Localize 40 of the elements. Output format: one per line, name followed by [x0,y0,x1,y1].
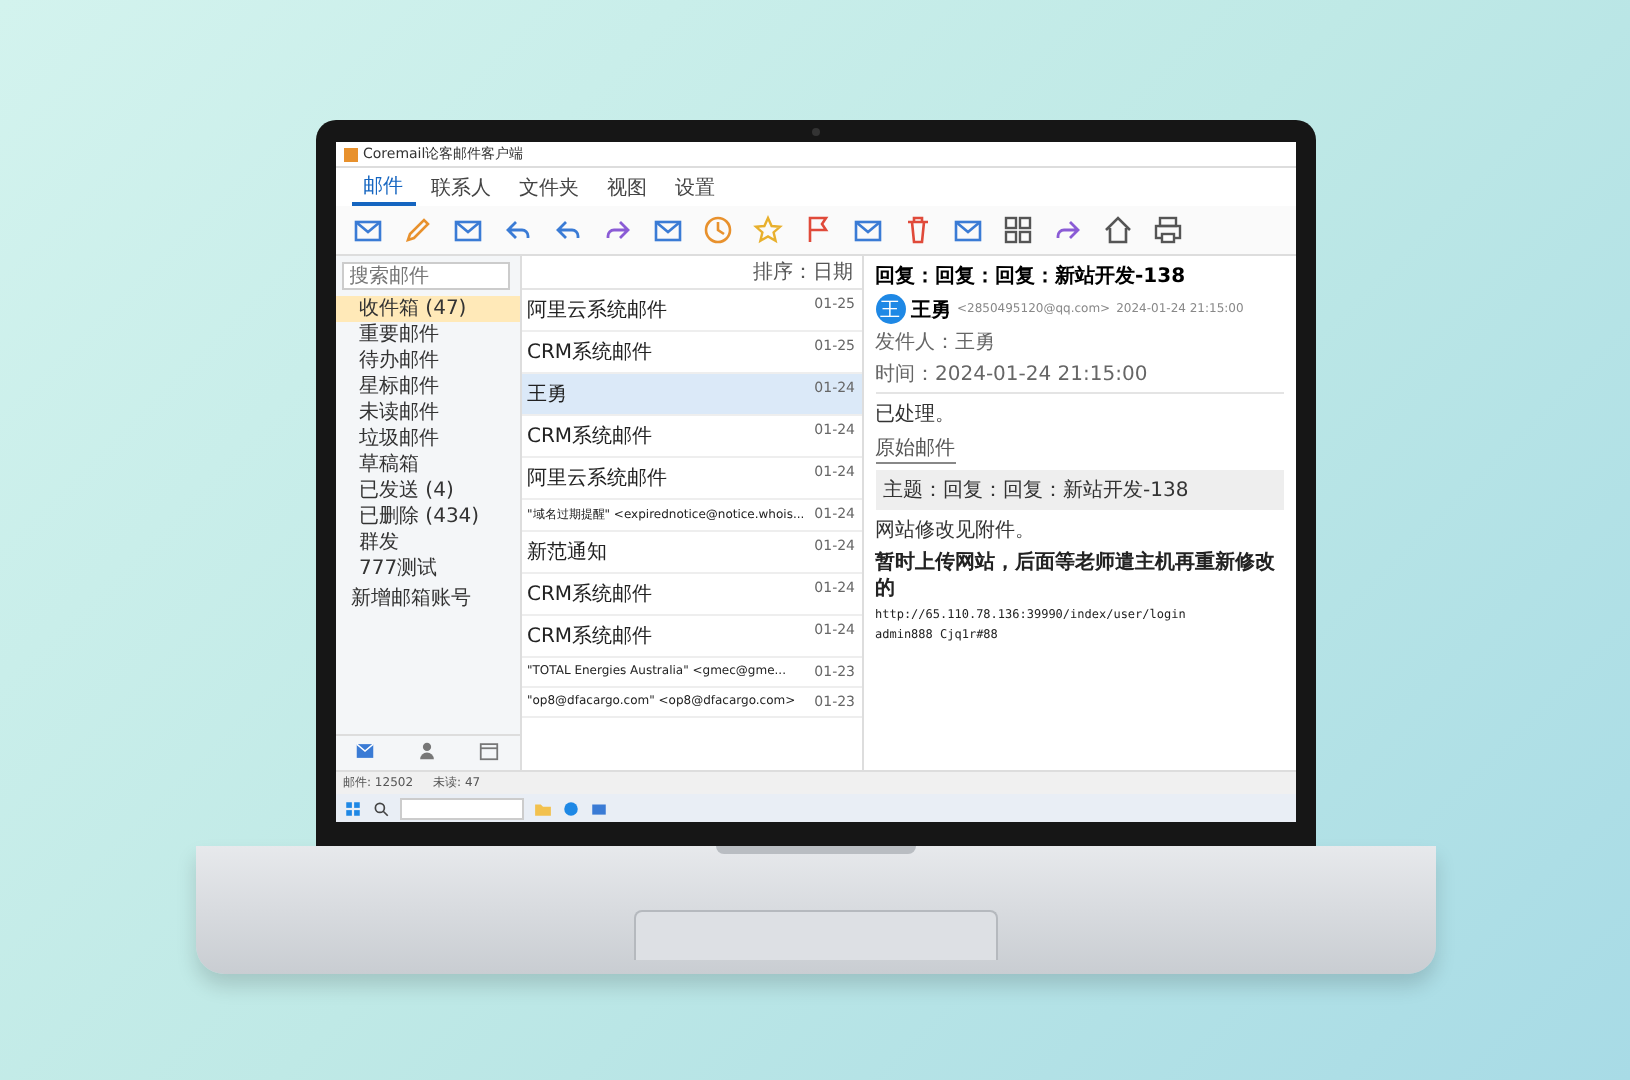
app-icon [343,147,357,161]
email-meta: 时间：2024-01-24 21:15:00 [875,361,1150,388]
body-text: 网站修改见附件。 [875,517,1037,544]
calendar-icon[interactable] [477,740,500,762]
menu-tab[interactable]: 视图 [595,170,659,206]
taskbar-search-field[interactable] [399,797,523,819]
folder-item[interactable]: 未读邮件 [335,400,519,426]
folder-item[interactable]: 群发 [335,530,519,556]
body-text: 已处理。 [875,401,957,428]
email-meta: 发件人：王勇 [875,330,997,356]
printer-icon[interactable] [1151,214,1183,246]
sort-label[interactable]: 排序：日期 [753,258,853,286]
menu-tab[interactable]: 文件夹 [507,170,591,206]
search-field[interactable]: 搜索邮件 [341,262,509,290]
folder-item[interactable]: 星标邮件 [335,374,519,400]
pencil-icon[interactable] [401,214,433,246]
folder-item[interactable]: 待办邮件 [335,348,519,374]
sender-name: 王勇 [911,297,951,323]
folder-item[interactable]: 草稿箱 [335,452,519,478]
grid-icon[interactable] [1001,214,1033,246]
windows-logo-icon[interactable] [343,799,361,817]
person-icon[interactable] [415,740,438,762]
email-subject: 回复：回复：回复：新站开发-138 [875,262,1188,290]
menu-tab[interactable]: 设置 [663,170,727,206]
folder-item[interactable]: 收件箱 (47) [335,296,519,322]
add-account-link[interactable]: 新增邮箱账号 [335,582,519,612]
folder-item[interactable]: 垃圾邮件 [335,426,519,452]
home-icon[interactable] [1101,214,1133,246]
folder-item[interactable]: 已删除 (434) [335,504,519,530]
search-icon[interactable] [371,799,389,817]
star-icon[interactable] [751,214,783,246]
avatar: 王 [875,294,905,324]
clock-icon[interactable] [701,214,733,246]
folder-item[interactable]: 777测试 [335,556,519,582]
quoted-message: 主题：回复：回复：新站开发-138 [875,470,1283,510]
folder-item[interactable]: 已发送 (4) [335,478,519,504]
folder-item[interactable]: 重要邮件 [335,322,519,348]
original-message-divider: 原始邮件 [875,434,955,464]
body-text: 暂时上传网站，后面等老师遣主机再重新修改的 [875,550,1277,602]
menu-tab[interactable]: 联系人 [419,170,503,206]
